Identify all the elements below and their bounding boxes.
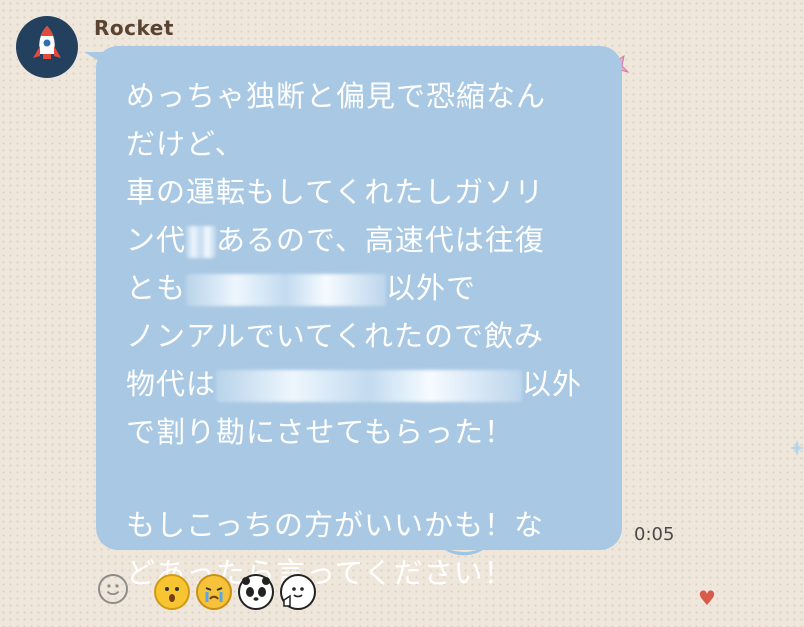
thumbs-up-face-icon xyxy=(283,587,304,607)
add-reaction-button[interactable] xyxy=(98,574,128,604)
surprised-face-icon xyxy=(165,587,179,602)
message-line: めっちゃ独断と偏見で恐縮なん xyxy=(126,79,547,113)
message-line: とも 以外で xyxy=(126,264,596,312)
panda-face-icon xyxy=(242,577,270,601)
message-line: 車の運転もしてくれたしガソリ xyxy=(126,175,545,209)
message-line: で割り勘にさせてもらった！ xyxy=(126,415,514,449)
message-text: あるので、高速代は往復 xyxy=(216,223,545,257)
smiley-outline-icon xyxy=(106,584,120,596)
redacted-text xyxy=(216,370,523,402)
message-line: だけど、 xyxy=(126,127,245,161)
message-bubble[interactable]: めっちゃ独断と偏見で恐縮なん だけど、 車の運転もしてくれたしガソリ ン代 あるの… xyxy=(96,46,622,590)
message-text: とも xyxy=(126,271,187,305)
message-text: 以外 xyxy=(522,367,583,401)
message-line: ノンアルでいてくれたので飲み xyxy=(126,319,544,353)
redacted-text xyxy=(186,226,217,258)
redacted-text xyxy=(186,274,387,306)
crying-face-icon xyxy=(205,587,223,602)
message-text: ン代 xyxy=(126,223,187,257)
message-text: 物代は xyxy=(126,367,217,401)
message-line: 物代は 以外 xyxy=(126,360,596,408)
message-timestamp: 0:05 xyxy=(634,524,675,545)
sender-avatar[interactable] xyxy=(16,16,78,78)
message-line: もしこっちの方がいいかも！な xyxy=(126,508,544,542)
thumbs-up-face-sticker[interactable] xyxy=(280,574,316,610)
message-text: 以外で xyxy=(386,271,477,305)
sparkle-decoration-icon xyxy=(790,440,804,456)
crying-face-sticker[interactable] xyxy=(196,574,232,610)
message-line: ン代 あるので、高速代は往復 xyxy=(126,216,596,264)
panda-sticker[interactable] xyxy=(238,574,274,610)
sender-name: Rocket xyxy=(94,16,174,40)
surprised-face-sticker[interactable] xyxy=(154,574,190,610)
rocket-icon xyxy=(33,26,61,59)
heart-decoration-icon: ♥ xyxy=(698,586,716,610)
